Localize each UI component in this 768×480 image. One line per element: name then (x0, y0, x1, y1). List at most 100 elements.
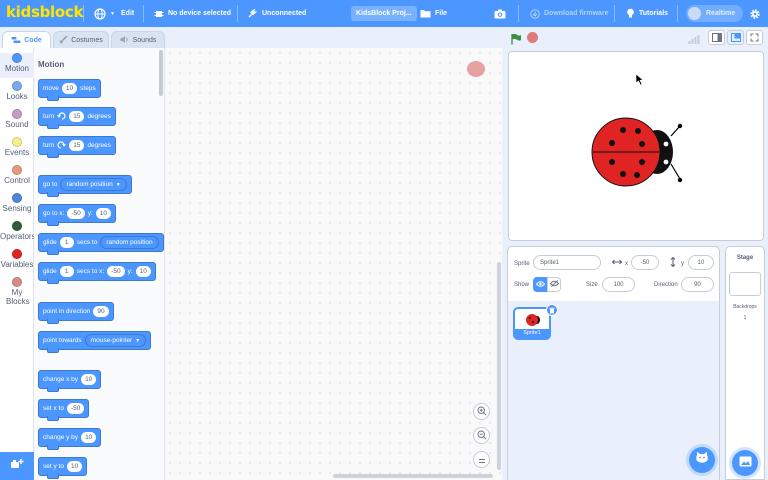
block-text: turn (43, 142, 55, 149)
kidsblock-logo[interactable]: kidsblock (6, 3, 83, 21)
block-set-y[interactable]: set y to 10 (38, 457, 88, 479)
category-looks[interactable]: Looks (0, 81, 34, 106)
choose-sprite-button[interactable] (689, 447, 715, 473)
file-menu[interactable]: File (420, 0, 447, 27)
category-my-blocks[interactable]: My Blocks (0, 277, 34, 309)
realtime-toggle[interactable]: Realtime (686, 0, 744, 27)
green-flag-button[interactable] (510, 32, 522, 50)
block-input[interactable]: 10 (66, 461, 83, 472)
block-input[interactable]: 10 (81, 374, 97, 385)
category-operators[interactable]: Operators (0, 221, 36, 246)
workspace-vertical-scrollbar[interactable] (497, 262, 501, 470)
project-title-field[interactable]: KidsBlock Proj... (351, 6, 417, 21)
edit-menu[interactable]: Edit (121, 0, 134, 27)
small-stage-button[interactable] (708, 30, 725, 45)
stage-thumbnail[interactable] (729, 272, 761, 296)
sprite-tile[interactable]: Sprite1 (513, 304, 558, 340)
project-title[interactable]: KidsBlock Proj... (351, 0, 417, 27)
zoom-out-button[interactable] (473, 427, 490, 444)
category-sensing[interactable]: Sensing (0, 193, 34, 218)
tab-costumes[interactable]: Costumes (53, 31, 109, 48)
block-change-x[interactable]: change x by 10 (38, 370, 102, 392)
download-icon (530, 8, 540, 19)
palette-scrollbar[interactable] (159, 50, 163, 96)
stage-target-panel[interactable]: Stage Backdrops 1 (725, 246, 765, 480)
block-input[interactable]: 1 (59, 237, 74, 248)
block-dropdown[interactable]: mouse-pointer ▼ (84, 334, 147, 347)
block-set-x[interactable]: set x to -50 (38, 399, 90, 421)
block-input[interactable]: 15 (69, 111, 85, 122)
size-input[interactable]: 100 (602, 277, 635, 292)
tab-sounds[interactable]: Sounds (111, 31, 165, 48)
dropdown-value: random position (106, 239, 153, 246)
block-dropdown[interactable]: random position ▼ (60, 178, 127, 191)
fullscreen-button[interactable] (746, 30, 763, 45)
block-input[interactable]: 10 (95, 208, 112, 219)
large-stage-button[interactable] (727, 30, 744, 45)
tab-code[interactable]: Code (2, 31, 51, 49)
block-glide-to[interactable]: glide 1 secs to random position (38, 233, 164, 255)
category-variables[interactable]: Variables (0, 249, 34, 274)
add-extension-button[interactable] (0, 452, 34, 480)
hide-sprite-button[interactable] (547, 277, 561, 292)
block-go-to[interactable]: go to random position ▼ (38, 175, 132, 197)
chevron-down-icon: ▼ (110, 10, 115, 17)
block-move-steps[interactable]: move 10 steps (38, 79, 101, 101)
menu-separator (518, 5, 519, 22)
device-selector[interactable]: No device selected (154, 0, 231, 27)
block-input[interactable]: -50 (66, 403, 85, 414)
delete-sprite-button[interactable] (546, 304, 558, 316)
block-input[interactable]: 10 (81, 432, 97, 443)
category-control[interactable]: Control (0, 165, 34, 190)
block-turn-left[interactable]: turn 15 degrees (38, 136, 116, 158)
stop-button[interactable] (527, 32, 538, 43)
category-motion[interactable]: Motion (0, 53, 34, 78)
category-events-dot (12, 137, 22, 147)
zoom-reset-button[interactable] (473, 451, 490, 468)
download-firmware-button[interactable]: Download firmware (530, 0, 609, 27)
sprite-info: Sprite Sprite1 x -50 y 10 Show Size 100 … (508, 247, 719, 300)
block-input[interactable]: 15 (69, 140, 85, 151)
block-turn-right[interactable]: turn 15 degrees (38, 107, 116, 129)
block-glide-xy[interactable]: glide 1 secs to x: -50 y: 10 (38, 262, 156, 284)
ladybug-sprite[interactable] (509, 52, 764, 241)
block-input[interactable]: 10 (61, 83, 78, 94)
block-dropdown[interactable]: random position (100, 236, 159, 249)
choose-backdrop-button[interactable] (732, 450, 758, 476)
category-label: Motion (4, 64, 29, 73)
x-position-input[interactable]: -50 (631, 255, 659, 270)
block-input[interactable]: 90 (93, 306, 109, 317)
block-point-towards[interactable]: point towards mouse-pointer ▼ (38, 331, 152, 353)
cat-icon (695, 451, 709, 469)
block-change-y[interactable]: change y by 10 (38, 428, 102, 450)
block-text: change x by (43, 376, 79, 383)
category-events[interactable]: Events (0, 137, 34, 162)
category-sound[interactable]: Sound (0, 109, 34, 134)
stage-canvas[interactable] (508, 51, 764, 241)
stage-panel-title: Stage (736, 255, 754, 261)
large-stage-icon (730, 29, 741, 47)
workspace-horizontal-scrollbar[interactable] (333, 474, 493, 478)
direction-input[interactable]: 90 (681, 277, 714, 292)
block-go-to-xy[interactable]: go to x: -50 y: 10 (38, 204, 117, 226)
sprite-name-input[interactable]: Sprite1 (533, 255, 601, 270)
screenshot-button[interactable] (494, 0, 506, 27)
show-sprite-button[interactable] (533, 277, 547, 292)
language-menu[interactable]: ▼ (94, 0, 115, 27)
zoom-in-button[interactable] (473, 403, 490, 420)
category-my-blocks-dot (12, 277, 22, 287)
category-label: Sound (5, 120, 29, 129)
block-point-in-direction[interactable]: point in direction 90 (38, 302, 114, 324)
realtime-switch[interactable]: Realtime (686, 5, 744, 22)
edit-menu-label: Edit (121, 10, 135, 17)
settings-button[interactable] (749, 0, 761, 27)
block-input[interactable]: -50 (107, 266, 125, 277)
code-workspace[interactable] (165, 48, 502, 480)
block-text: go to (43, 181, 58, 188)
connection-button[interactable]: Unconnected (247, 0, 306, 27)
block-input[interactable]: -50 (67, 208, 85, 219)
block-input[interactable]: 10 (135, 266, 151, 277)
y-position-input[interactable]: 10 (688, 255, 714, 270)
block-input[interactable]: 1 (59, 266, 74, 277)
tutorials-button[interactable]: Tutorials (626, 0, 668, 27)
